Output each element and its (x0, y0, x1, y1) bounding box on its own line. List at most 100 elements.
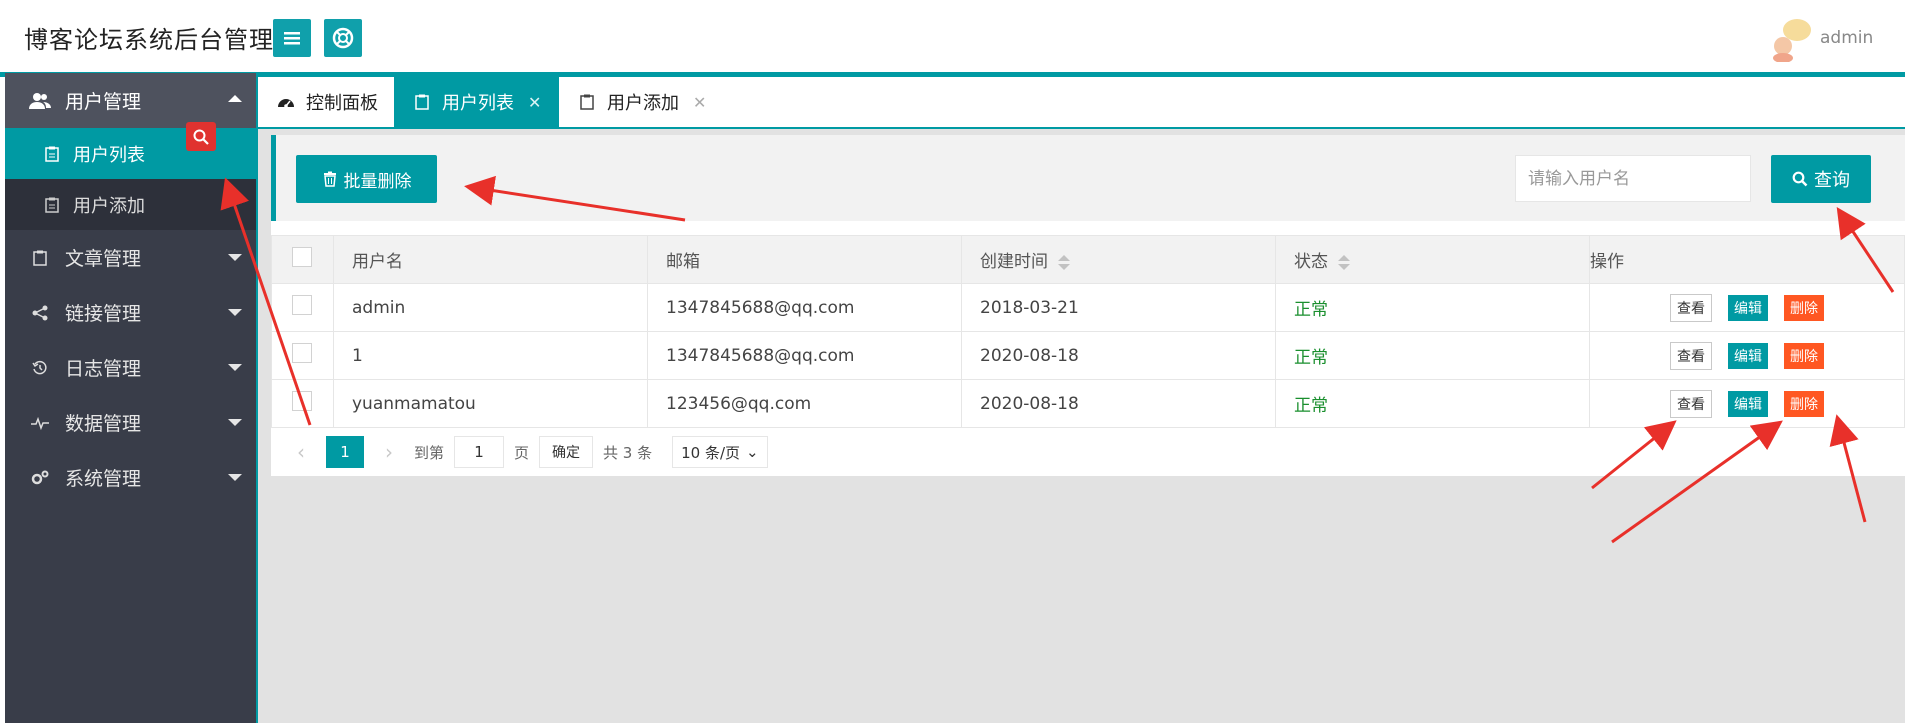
edit-button[interactable]: 编辑 (1728, 294, 1768, 321)
caret-down-icon (228, 419, 242, 426)
bulk-delete-label: 批量删除 (343, 171, 412, 192)
search-icon (193, 129, 209, 145)
close-icon[interactable]: ✕ (528, 93, 541, 112)
sidebar: 用户管理 用户列表 用户添加 文章管理 链接管理 日志管理 数据管理 系统管理 (5, 73, 256, 723)
clipboard-icon (43, 196, 61, 214)
cell-email: 123456@qq.com (647, 379, 962, 428)
query-label: 查询 (1814, 170, 1850, 191)
tab-label: 用户列表 (442, 93, 514, 114)
tab-user-add[interactable]: 用户添加 ✕ (559, 77, 719, 127)
column-header-username: 用户名 (333, 235, 648, 284)
sort-icon[interactable] (1338, 254, 1350, 270)
tab-label: 用户添加 (607, 93, 679, 114)
sidebar-menu-label: 日志管理 (65, 358, 142, 380)
view-button[interactable]: 查看 (1670, 341, 1712, 370)
goto-confirm-button[interactable]: 确定 (539, 436, 594, 468)
help-button[interactable] (324, 19, 362, 57)
cell-created: 2018-03-21 (961, 283, 1276, 332)
table-row: admin 1347845688@qq.com 2018-03-21 正常 查看… (271, 283, 1905, 332)
sidebar-item-user-add[interactable]: 用户添加 (5, 179, 256, 230)
tab-bar: 控制面板 用户列表 ✕ 用户添加 ✕ (258, 77, 1905, 129)
sidebar-item-user-list[interactable]: 用户列表 (5, 128, 256, 179)
row-checkbox[interactable] (292, 295, 312, 315)
row-checkbox[interactable] (292, 343, 312, 363)
tab-user-list[interactable]: 用户列表 ✕ (394, 77, 559, 127)
prev-page-icon[interactable]: ‹ (286, 440, 316, 464)
lifebuoy-icon (332, 27, 354, 49)
row-checkbox-cell (271, 379, 334, 428)
select-all-cell (271, 235, 334, 284)
table-header-row: 用户名 邮箱 创建时间 状态 操作 (271, 235, 1905, 284)
menu-toggle-button[interactable] (273, 19, 311, 57)
delete-button[interactable]: 删除 (1784, 342, 1824, 369)
sidebar-menu-articles[interactable]: 文章管理 (5, 230, 256, 285)
row-checkbox-cell (271, 283, 334, 332)
row-checkbox-cell (271, 331, 334, 380)
view-button[interactable]: 查看 (1670, 389, 1712, 418)
chevron-down-icon: ⌄ (746, 443, 759, 461)
pulse-icon (29, 412, 51, 434)
sidebar-menu-label: 用户管理 (65, 91, 142, 113)
caret-down-icon (228, 364, 242, 371)
cell-status: 正常 (1275, 379, 1590, 428)
search-icon (1792, 171, 1808, 187)
next-page-icon[interactable]: › (374, 440, 404, 464)
cell-actions: 查看 编辑 删除 (1589, 331, 1905, 380)
select-all-checkbox[interactable] (292, 247, 312, 267)
sidebar-menu-logs[interactable]: 日志管理 (5, 340, 256, 395)
cell-created: 2020-08-18 (961, 379, 1276, 428)
tab-dashboard[interactable]: 控制面板 (258, 77, 394, 127)
cell-status: 正常 (1275, 331, 1590, 380)
cell-username: admin (333, 283, 648, 332)
dashboard-icon (276, 92, 296, 112)
column-header-status[interactable]: 状态 (1275, 235, 1590, 284)
delete-button[interactable]: 删除 (1784, 294, 1824, 321)
caret-down-icon (228, 309, 242, 316)
page-size-value: 10 条/页 (681, 443, 741, 462)
delete-button[interactable]: 删除 (1784, 390, 1824, 417)
goto-prefix-label: 到第 (414, 443, 445, 462)
edit-button[interactable]: 编辑 (1728, 390, 1768, 417)
close-icon[interactable]: ✕ (693, 93, 706, 112)
table-row: yuanmamatou 123456@qq.com 2020-08-18 正常 … (271, 379, 1905, 428)
bulk-delete-button[interactable]: 批量删除 (296, 155, 437, 203)
username-search-input[interactable] (1515, 155, 1751, 202)
pagination: ‹ 1 › 到第 1 页 确定 共 3 条 10 条/页 ⌄ (286, 435, 768, 469)
history-icon (29, 357, 51, 379)
cell-status: 正常 (1275, 283, 1590, 332)
view-button[interactable]: 查看 (1670, 293, 1712, 322)
current-page-button[interactable]: 1 (326, 436, 364, 468)
column-header-created[interactable]: 创建时间 (961, 235, 1276, 284)
sidebar-menu-label: 文章管理 (65, 248, 142, 270)
sidebar-item-label: 用户列表 (73, 144, 145, 166)
query-button[interactable]: 查询 (1771, 155, 1871, 203)
column-header-label: 状态 (1294, 252, 1328, 272)
trash-icon (323, 171, 336, 187)
avatar[interactable] (1769, 14, 1817, 62)
clipboard-icon (577, 92, 597, 112)
cell-actions: 查看 编辑 删除 (1589, 379, 1905, 428)
column-header-label: 创建时间 (980, 252, 1048, 272)
goto-page-input[interactable]: 1 (454, 436, 505, 468)
sidebar-menu-label: 系统管理 (65, 468, 142, 490)
sidebar-item-label: 用户添加 (73, 195, 145, 217)
user-table: 用户名 邮箱 创建时间 状态 操作 admin 1347845688@qq.co… (271, 235, 1905, 428)
gears-icon (29, 467, 51, 489)
caret-down-icon (228, 474, 242, 481)
sort-icon[interactable] (1058, 254, 1070, 270)
sidebar-menu-system[interactable]: 系统管理 (5, 450, 256, 505)
sidebar-menu-users[interactable]: 用户管理 (5, 73, 256, 128)
username-label[interactable]: admin (1820, 28, 1873, 48)
page-size-select[interactable]: 10 条/页 ⌄ (672, 436, 768, 468)
sidebar-menu-data[interactable]: 数据管理 (5, 395, 256, 450)
sidebar-menu-label: 数据管理 (65, 413, 142, 435)
edit-button[interactable]: 编辑 (1728, 342, 1768, 369)
cell-created: 2020-08-18 (961, 331, 1276, 380)
caret-down-icon (228, 254, 242, 261)
row-checkbox[interactable] (292, 391, 312, 411)
search-badge[interactable] (186, 122, 216, 151)
sidebar-menu-links[interactable]: 链接管理 (5, 285, 256, 340)
total-count-label: 共 3 条 (603, 443, 653, 462)
table-row: 1 1347845688@qq.com 2020-08-18 正常 查看 编辑 删除 (271, 331, 1905, 380)
clipboard-icon (43, 145, 61, 163)
